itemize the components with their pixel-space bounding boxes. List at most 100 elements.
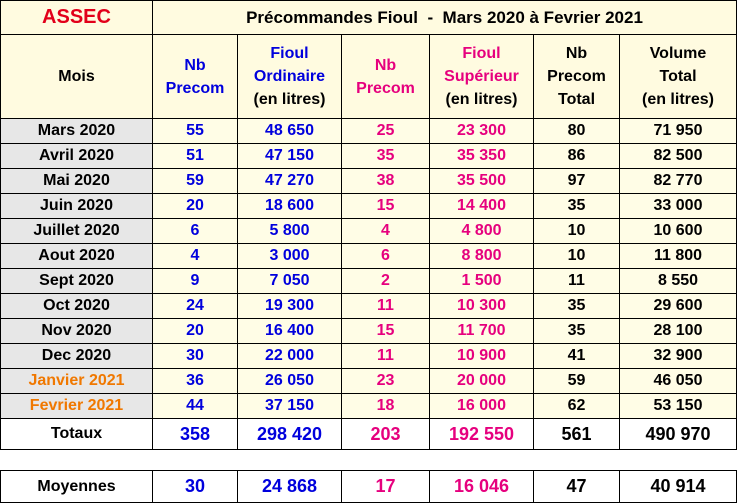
cell-fioul-ordinaire: 18 600: [237, 193, 342, 219]
table-row: Sept 2020 9 7 050 2 1 500 11 8 550: [0, 268, 737, 294]
table-row: Juin 2020 20 18 600 15 14 400 35 33 000: [0, 193, 737, 219]
cell-nb-total: 41: [533, 343, 620, 369]
cell-fioul-superieur: 10 300: [429, 293, 534, 319]
cell-volume-total: 29 600: [619, 293, 737, 319]
cell-nb-superieur: 23: [341, 368, 430, 394]
cell-nb-total: 62: [533, 393, 620, 419]
totals-nb-superieur: 203: [341, 418, 430, 450]
cell-mois: Mai 2020: [0, 168, 153, 194]
cell-volume-total: 82 770: [619, 168, 737, 194]
cell-volume-total: 11 800: [619, 243, 737, 269]
cell-fioul-ordinaire: 37 150: [237, 393, 342, 419]
cell-nb-superieur: 15: [341, 193, 430, 219]
table-row: Janvier 2021 36 26 050 23 20 000 59 46 050: [0, 368, 737, 394]
averages-fioul-ordinaire: 24 868: [237, 470, 342, 503]
cell-volume-total: 46 050: [619, 368, 737, 394]
cell-mois: Fevrier 2021: [0, 393, 153, 419]
cell-nb-total: 35: [533, 318, 620, 344]
cell-fioul-ordinaire: 26 050: [237, 368, 342, 394]
cell-nb-ordinaire: 4: [152, 243, 238, 269]
header-text: Precom: [356, 79, 415, 97]
table-row: Fevrier 2021 44 37 150 18 16 000 62 53 150: [0, 393, 737, 419]
cell-fioul-superieur: 35 350: [429, 143, 534, 169]
cell-volume-total: 33 000: [619, 193, 737, 219]
header-fioul-superieur: Fioul Supérieur (en litres): [429, 34, 534, 119]
cell-nb-superieur: 35: [341, 143, 430, 169]
cell-fioul-ordinaire: 19 300: [237, 293, 342, 319]
averages-fioul-superieur: 16 046: [429, 470, 534, 503]
table-row: Juillet 2020 6 5 800 4 4 800 10 10 600: [0, 218, 737, 244]
cell-nb-ordinaire: 59: [152, 168, 238, 194]
cell-nb-ordinaire: 30: [152, 343, 238, 369]
header-text: (en litres): [253, 91, 326, 108]
header-text: Ordinaire: [253, 68, 326, 85]
cell-fioul-ordinaire: 16 400: [237, 318, 342, 344]
totals-nb-ordinaire: 358: [152, 418, 238, 450]
cell-nb-total: 80: [533, 118, 620, 144]
cell-mois: Sept 2020: [0, 268, 153, 294]
cell-nb-superieur: 4: [341, 218, 430, 244]
cell-fioul-ordinaire: 48 650: [237, 118, 342, 144]
cell-fioul-ordinaire: 3 000: [237, 243, 342, 269]
averages-volume-total: 40 914: [619, 470, 737, 503]
table-row: Mai 2020 59 47 270 38 35 500 97 82 770: [0, 168, 737, 194]
cell-nb-superieur: 15: [341, 318, 430, 344]
header-text: (en litres): [641, 91, 714, 108]
cell-fioul-superieur: 11 700: [429, 318, 534, 344]
cell-nb-total: 10: [533, 243, 620, 269]
spacer-row: [0, 449, 737, 471]
header-text: Nb: [565, 45, 588, 62]
cell-mois: Juillet 2020: [0, 218, 153, 244]
header-fioul-ordinaire: Fioul Ordinaire (en litres): [237, 34, 342, 119]
cell-nb-ordinaire: 55: [152, 118, 238, 144]
cell-fioul-superieur: 16 000: [429, 393, 534, 419]
header-text: Volume: [649, 45, 707, 62]
spacer-cell: [0, 449, 737, 471]
fioul-precommandes-table: ASSEC Précommandes Fioul - Mars 2020 à F…: [0, 0, 737, 503]
title-row: ASSEC Précommandes Fioul - Mars 2020 à F…: [0, 0, 737, 35]
cell-nb-superieur: 25: [341, 118, 430, 144]
cell-mois: Janvier 2021: [0, 368, 153, 394]
cell-mois: Avril 2020: [0, 143, 153, 169]
averages-nb-superieur: 17: [341, 470, 430, 503]
averages-row: Moyennes 30 24 868 17 16 046 47 40 914: [0, 470, 737, 503]
cell-nb-ordinaire: 24: [152, 293, 238, 319]
cell-fioul-ordinaire: 47 150: [237, 143, 342, 169]
table-row: Aout 2020 4 3 000 6 8 800 10 11 800: [0, 243, 737, 269]
averages-nb-total: 47: [533, 470, 620, 503]
table-row: Dec 2020 30 22 000 11 10 900 41 32 900: [0, 343, 737, 369]
cell-volume-total: 71 950: [619, 118, 737, 144]
header-text: Precom: [165, 79, 225, 97]
cell-mois: Nov 2020: [0, 318, 153, 344]
header-nb-precom-superieur: Nb Precom: [341, 34, 430, 119]
cell-mois: Dec 2020: [0, 343, 153, 369]
cell-volume-total: 82 500: [619, 143, 737, 169]
header-text: Nb: [184, 56, 206, 74]
averages-label: Moyennes: [0, 470, 153, 503]
cell-fioul-superieur: 1 500: [429, 268, 534, 294]
header-text: Total: [659, 68, 697, 85]
cell-nb-total: 11: [533, 268, 620, 294]
header-text: (en litres): [445, 91, 518, 108]
header-text: Total: [557, 91, 596, 108]
monthly-rows: Mars 2020 55 48 650 25 23 300 80 71 950 Avril 2…: [0, 118, 737, 419]
header-nb-precom-total: Nb Precom Total: [533, 34, 620, 119]
header-volume-total: Volume Total (en litres): [619, 34, 737, 119]
cell-nb-superieur: 11: [341, 293, 430, 319]
averages-nb-ordinaire: 30: [152, 470, 238, 503]
table-row: Nov 2020 20 16 400 15 11 700 35 28 100: [0, 318, 737, 344]
cell-fioul-ordinaire: 47 270: [237, 168, 342, 194]
cell-fioul-superieur: 14 400: [429, 193, 534, 219]
table-row: Oct 2020 24 19 300 11 10 300 35 29 600: [0, 293, 737, 319]
totals-volume-total: 490 970: [619, 418, 737, 450]
header-mois: Mois: [0, 34, 153, 119]
totals-nb-total: 561: [533, 418, 620, 450]
cell-nb-superieur: 38: [341, 168, 430, 194]
cell-fioul-superieur: 23 300: [429, 118, 534, 144]
header-text: Supérieur: [444, 68, 519, 85]
cell-nb-ordinaire: 6: [152, 218, 238, 244]
cell-nb-ordinaire: 44: [152, 393, 238, 419]
cell-nb-total: 35: [533, 193, 620, 219]
cell-nb-ordinaire: 20: [152, 193, 238, 219]
cell-fioul-superieur: 8 800: [429, 243, 534, 269]
